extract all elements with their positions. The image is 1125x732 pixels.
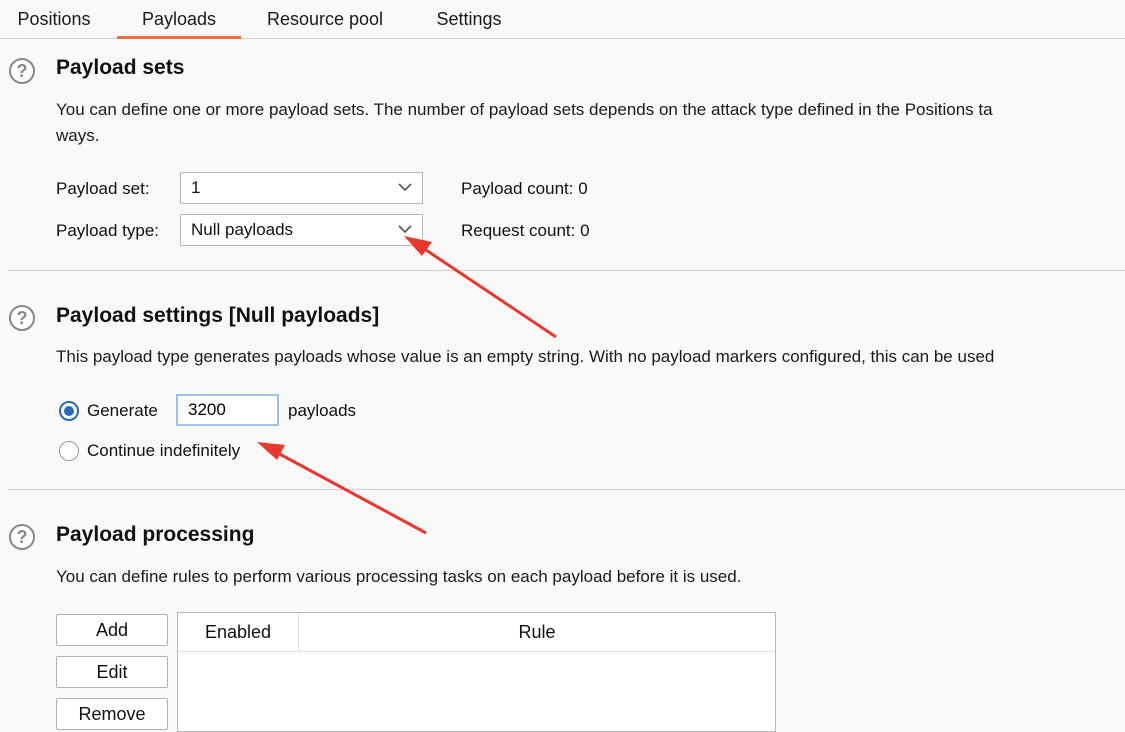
remove-button[interactable]: Remove	[56, 698, 168, 730]
continue-indefinitely-label[interactable]: Continue indefinitely	[87, 441, 240, 461]
payload-count: Payload count: 0	[461, 179, 588, 198]
tab-positions[interactable]: Positions	[0, 0, 108, 38]
help-icon[interactable]: ?	[9, 524, 35, 550]
tab-bar: Positions Payloads Resource pool Setting…	[0, 0, 1125, 39]
column-rule[interactable]: Rule	[299, 613, 775, 651]
add-button[interactable]: Add	[56, 614, 168, 646]
payload-sets-description-cont: ways.	[56, 126, 100, 145]
column-enabled[interactable]: Enabled	[178, 613, 298, 651]
section-divider	[8, 270, 1125, 271]
generate-radio[interactable]	[59, 401, 79, 421]
tab-payloads[interactable]: Payloads	[117, 0, 241, 39]
edit-button[interactable]: Edit	[56, 656, 168, 688]
payload-type-select[interactable]: Null payloads	[180, 214, 423, 246]
payload-sets-description: You can define one or more payload sets.…	[56, 100, 993, 119]
tab-resource-pool[interactable]: Resource pool	[250, 0, 400, 38]
payload-settings-title: Payload settings [Null payloads]	[56, 304, 380, 327]
chevron-down-icon	[398, 225, 412, 234]
table-header: Enabled Rule	[178, 613, 775, 652]
payloads-suffix-label: payloads	[288, 401, 357, 420]
payload-set-label: Payload set:	[56, 179, 150, 198]
payload-sets-title: Payload sets	[56, 56, 185, 79]
payload-processing-description: You can define rules to perform various …	[56, 567, 742, 586]
payload-set-select[interactable]: 1	[180, 172, 423, 204]
payload-type-label: Payload type:	[56, 221, 160, 240]
payload-settings-description: This payload type generates payloads who…	[56, 347, 995, 366]
tab-settings[interactable]: Settings	[420, 0, 518, 38]
annotation-arrow	[257, 442, 427, 535]
payload-type-value: Null payloads	[191, 220, 294, 239]
section-divider	[8, 489, 1125, 490]
help-icon[interactable]: ?	[9, 305, 35, 331]
chevron-down-icon	[398, 183, 412, 192]
processing-rules-table: Enabled Rule	[177, 612, 776, 732]
payload-processing-title: Payload processing	[56, 523, 255, 546]
annotation-arrow	[404, 236, 557, 339]
continue-indefinitely-radio[interactable]	[59, 441, 79, 461]
help-icon[interactable]: ?	[9, 58, 35, 84]
generate-label[interactable]: Generate	[87, 401, 158, 421]
generate-count-input[interactable]	[176, 394, 279, 426]
payload-set-value: 1	[191, 178, 201, 197]
request-count: Request count: 0	[461, 221, 590, 240]
